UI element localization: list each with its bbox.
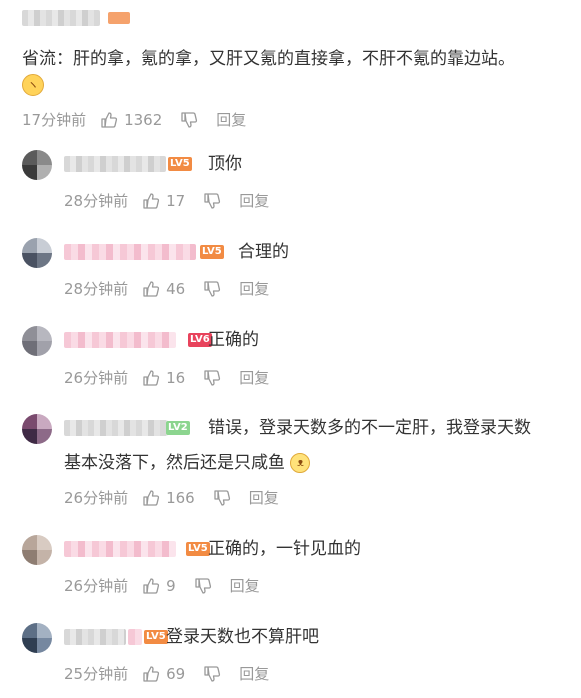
reply-button[interactable]: 回复 — [239, 190, 269, 211]
reply-text: 登录天数也不算肝吧 — [166, 627, 319, 647]
reply-meta: 25分钟前 69 回复 — [64, 663, 269, 684]
avatar[interactable] — [22, 535, 52, 565]
level-badge: LV5 — [186, 542, 210, 556]
like-button[interactable]: 69 — [142, 665, 185, 683]
comment-time: 17分钟前 — [22, 111, 87, 129]
reply-text-line2: 基本没落下，然后还是只咸鱼 ᴥ — [64, 450, 311, 476]
comment-time: 26分钟前 — [64, 369, 129, 387]
like-count: 9 — [166, 576, 176, 595]
username-redacted[interactable] — [22, 10, 100, 26]
level-badge: LV5 — [168, 157, 192, 171]
thumbs-up-icon — [143, 369, 160, 386]
dislike-button[interactable] — [203, 280, 221, 298]
like-button[interactable]: 9 — [142, 577, 176, 595]
level-badge: LV2 — [166, 421, 190, 435]
reply-meta: 26分钟前 16 回复 — [64, 367, 269, 388]
thumbs-down-icon — [204, 280, 221, 297]
comment-time: 25分钟前 — [64, 665, 129, 683]
reply-button[interactable]: 回复 — [239, 278, 269, 299]
avatar[interactable] — [22, 238, 52, 268]
dislike-button[interactable] — [213, 489, 231, 507]
like-button[interactable]: 16 — [142, 369, 185, 387]
comment-time: 28分钟前 — [64, 280, 129, 298]
reply-text-line2-body: 基本没落下，然后还是只咸鱼 — [64, 453, 285, 473]
like-count: 17 — [166, 191, 186, 210]
comment-time: 28分钟前 — [64, 192, 129, 210]
dislike-button[interactable] — [203, 369, 221, 387]
avatar[interactable] — [22, 414, 52, 444]
comment-time: 26分钟前 — [64, 489, 129, 507]
thumbs-down-icon — [204, 369, 221, 386]
thumbs-up-icon — [143, 665, 160, 682]
root-comment-body: 省流：肝的拿，氪的拿，又肝又氪的直接拿，不肝不氪的靠边站。 — [22, 49, 515, 69]
comment-time: 26分钟前 — [64, 577, 129, 595]
reply-button[interactable]: 回复 — [230, 575, 260, 596]
dislike-button[interactable] — [194, 577, 212, 595]
level-badge — [108, 12, 130, 24]
thumbs-up-icon — [143, 489, 160, 506]
thumbs-down-icon — [204, 192, 221, 209]
username-redacted-tail — [128, 629, 142, 645]
like-count: 16 — [166, 368, 186, 387]
like-count: 69 — [166, 664, 186, 683]
like-button[interactable]: 166 — [142, 489, 195, 507]
reply-meta: 26分钟前 9 回复 — [64, 575, 260, 596]
username-redacted[interactable] — [64, 629, 126, 645]
username-redacted[interactable] — [64, 420, 168, 436]
reply-text: 顶你 — [208, 154, 242, 174]
dislike-button[interactable] — [203, 192, 221, 210]
reply-text-line1: 错误，登录天数多的不一定肝，我登录天数 — [208, 418, 531, 438]
reply-text: 正确的 — [208, 330, 259, 350]
avatar[interactable] — [22, 623, 52, 653]
like-button[interactable]: 17 — [142, 192, 185, 210]
like-button[interactable]: 46 — [142, 280, 185, 298]
reply-button[interactable]: 回复 — [216, 109, 246, 130]
like-count: 166 — [166, 488, 195, 507]
reply-text: 合理的 — [238, 242, 289, 262]
level-badge: LV5 — [200, 245, 224, 259]
sulky-face-icon: ヽ — [22, 74, 44, 96]
reply-button[interactable]: 回复 — [249, 487, 279, 508]
root-comment-meta: 17分钟前 1362 回复 — [22, 109, 246, 130]
root-comment-text: 省流：肝的拿，氪的拿，又肝又氪的直接拿，不肝不氪的靠边站。 ヽ — [22, 46, 562, 98]
reply-button[interactable]: 回复 — [239, 663, 269, 684]
thumbs-up-icon — [143, 577, 160, 594]
username-redacted[interactable] — [64, 541, 176, 557]
like-count: 46 — [166, 279, 186, 298]
reply-meta: 26分钟前 166 回复 — [64, 487, 279, 508]
username-redacted[interactable] — [64, 156, 166, 172]
thumbs-up-icon — [143, 280, 160, 297]
avatar[interactable] — [22, 150, 52, 180]
dislike-button[interactable] — [180, 111, 198, 129]
username-redacted[interactable] — [64, 244, 196, 260]
like-button[interactable]: 1362 — [100, 111, 162, 129]
thumbs-down-icon — [204, 665, 221, 682]
thumbs-up-icon — [143, 192, 160, 209]
thumbs-down-icon — [194, 577, 211, 594]
reply-meta: 28分钟前 46 回复 — [64, 278, 269, 299]
thumbs-up-icon — [101, 111, 118, 128]
reply-meta: 28分钟前 17 回复 — [64, 190, 269, 211]
reply-text: 正确的，一针见血的 — [208, 539, 361, 559]
reply-button[interactable]: 回复 — [239, 367, 269, 388]
like-count: 1362 — [124, 110, 163, 129]
thumbs-down-icon — [214, 489, 230, 506]
cat-face-icon: ᴥ — [290, 453, 311, 473]
dislike-button[interactable] — [203, 665, 221, 683]
username-redacted[interactable] — [64, 332, 176, 348]
thumbs-down-icon — [181, 111, 198, 128]
avatar[interactable] — [22, 326, 52, 356]
level-badge: LV5 — [144, 630, 168, 644]
